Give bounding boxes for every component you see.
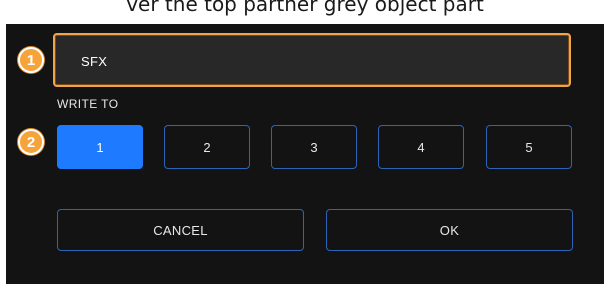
write-slot-1-button[interactable]: 1 xyxy=(57,125,143,169)
ok-button[interactable]: OK xyxy=(326,209,573,251)
top-caption-text: ver the top partner grey object part xyxy=(126,0,484,16)
write-slot-2-button[interactable]: 2 xyxy=(164,125,250,169)
callout-marker-1: 1 xyxy=(18,47,44,73)
write-slot-5-button[interactable]: 5 xyxy=(486,125,572,169)
cancel-button[interactable]: CANCEL xyxy=(57,209,304,251)
callout-marker-2: 2 xyxy=(18,129,44,155)
write-slot-4-button[interactable]: 4 xyxy=(378,125,464,169)
name-input[interactable]: SFX xyxy=(53,33,571,87)
write-slot-3-button[interactable]: 3 xyxy=(271,125,357,169)
top-caption-strip: ver the top partner grey object part xyxy=(0,0,610,24)
name-input-value: SFX xyxy=(81,54,108,69)
write-to-label: WRITE TO xyxy=(57,97,119,111)
